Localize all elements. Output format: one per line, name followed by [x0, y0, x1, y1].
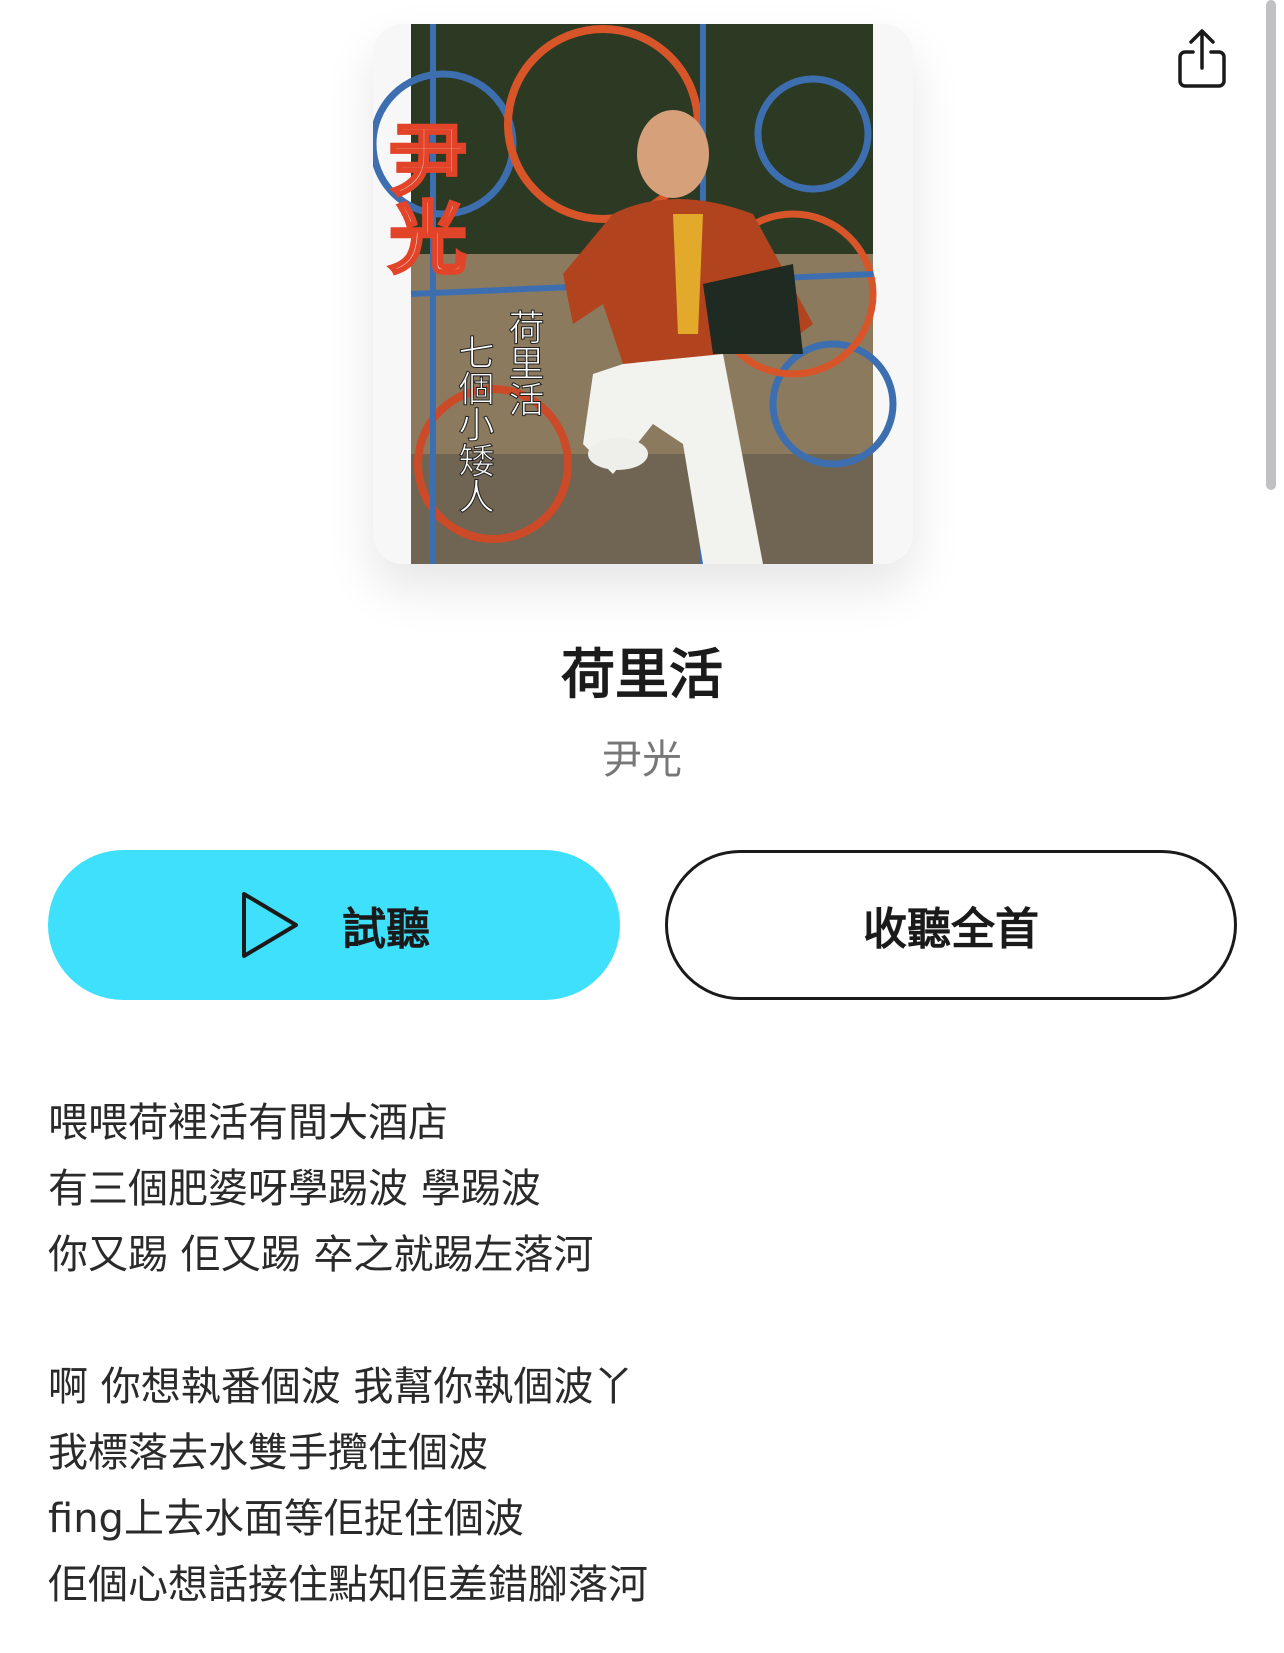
lyric-line: fing上去水面等佢捉住個波 — [48, 1496, 524, 1542]
lyric-line: 你又踢 佢又踢 卒之就踢左落河 — [48, 1232, 594, 1278]
listen-full-button[interactable]: 收聽全首 — [665, 850, 1237, 1000]
lyric-line: 啊 你想執番個波 我幫你執個波丫 — [48, 1364, 634, 1410]
stanza-gap — [48, 1288, 1198, 1354]
preview-button[interactable]: 試聽 — [48, 850, 620, 1000]
song-title: 荷里活 — [561, 643, 723, 706]
play-icon — [242, 892, 298, 958]
cover-title-text: 荷里活 — [503, 309, 544, 417]
cover-subtitle-text: 七個小矮人 — [453, 334, 495, 514]
share-button[interactable] — [1177, 28, 1227, 92]
cover-artist-text: 尹光 — [376, 119, 467, 275]
preview-label: 試聽 — [342, 904, 430, 955]
lyrics: 喂喂荷裡活有間大酒店 有三個肥婆呀學踢波 學踢波 你又踢 佢又踢 卒之就踢左落河… — [48, 1090, 1198, 1618]
share-icon — [1178, 29, 1226, 88]
lyric-line: 我標落去水雙手攬住個波 — [48, 1430, 488, 1476]
listen-full-label: 收聽全首 — [863, 904, 1039, 955]
lyric-line: 佢個心想話接住點知佢差錯腳落河 — [48, 1562, 648, 1608]
lyric-line: 喂喂荷裡活有間大酒店 — [48, 1100, 448, 1146]
scrollbar[interactable] — [1266, 0, 1276, 490]
artist-name[interactable]: 尹光 — [0, 730, 1284, 790]
album-cover-card: 尹光 荷里活 七個小矮人 — [373, 24, 913, 564]
lyric-line: 有三個肥婆呀學踢波 學踢波 — [48, 1166, 541, 1212]
album-cover-art: 尹光 荷里活 七個小矮人 — [373, 24, 913, 564]
